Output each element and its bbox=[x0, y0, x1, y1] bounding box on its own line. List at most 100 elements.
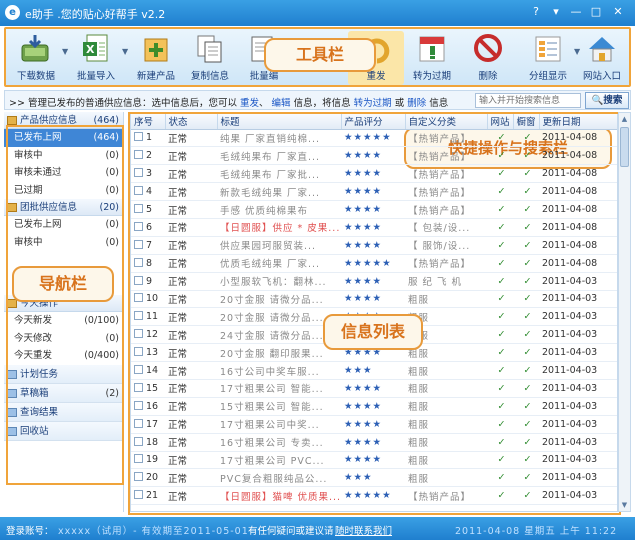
table-row[interactable]: 15 正常 17寸粗果公司 智能... ★★★★ 粗服 ✓ ✓ 2011-04-03 bbox=[131, 379, 617, 398]
sidebar-group-group-supply[interactable]: 团批供应信息 (20) bbox=[4, 199, 123, 216]
sidebar-item-recycle-bin[interactable]: 回收站 bbox=[4, 421, 123, 441]
row-checkbox[interactable] bbox=[134, 221, 143, 231]
status-cell: 正常 bbox=[165, 218, 217, 237]
status-cell: 正常 bbox=[165, 343, 217, 363]
table-row[interactable]: 6 正常 【日圆服】供应 * 皮果... ★★★★ 【 包装/设... ✓ ✓ 2011-04… bbox=[131, 218, 617, 237]
row-checkbox[interactable] bbox=[134, 186, 143, 196]
rating-cell: ★★★★ bbox=[341, 397, 405, 416]
table-row[interactable]: 7 正常 供应果园珂服贸装... ★★★★ 【 服饰/设... ✓ ✓ 2011-04-08 bbox=[131, 236, 617, 255]
row-checkbox[interactable] bbox=[134, 418, 143, 428]
row-checkbox[interactable] bbox=[134, 311, 143, 321]
table-row[interactable]: 20 正常 PVC复合粗服纯品公... ★★★ 粗服 ✓ ✓ 2011-04-03 bbox=[131, 468, 617, 488]
sidebar-item-published[interactable]: 已发布上网 (464) bbox=[4, 129, 123, 147]
table-row[interactable]: 18 正常 16寸粗果公司 专卖... ★★★★ 粗服 ✓ ✓ 2011-04-03 bbox=[131, 433, 617, 452]
sidebar-item-today-new[interactable]: 今天新发 (0/100) bbox=[4, 312, 123, 330]
scroll-thumb[interactable] bbox=[620, 127, 629, 167]
row-checkbox[interactable] bbox=[134, 347, 143, 357]
scroll-up-arrow[interactable]: ▲ bbox=[619, 113, 630, 125]
column-header[interactable]: 状态 bbox=[165, 113, 218, 130]
delete-button[interactable]: 删除 bbox=[460, 31, 516, 85]
table-row[interactable]: 4 正常 新款毛绒纯果 厂家... ★★★★ 【热销产品】 ✓ ✓ 2011-04-08 bbox=[131, 182, 617, 202]
column-header[interactable]: 网站 bbox=[487, 113, 514, 130]
column-header[interactable]: 更新日期 bbox=[539, 113, 617, 130]
site-entrance-button[interactable]: 网站入口 bbox=[574, 31, 630, 85]
sidebar-item-drafts[interactable]: 草稿箱 (2) bbox=[4, 383, 123, 403]
column-header[interactable]: 橱窗 bbox=[513, 113, 540, 130]
group-display-button[interactable]: 分组显示 bbox=[520, 31, 576, 85]
sidebar-item-group-published[interactable]: 已发布上网 (0) bbox=[4, 216, 123, 234]
row-checkbox[interactable] bbox=[134, 365, 143, 375]
row-checkbox[interactable] bbox=[134, 239, 143, 249]
batch-import-button[interactable]: X 批量导入 bbox=[68, 31, 124, 85]
row-number: 15 bbox=[146, 382, 159, 394]
quick-action-suffix: 信息 bbox=[429, 98, 449, 109]
expire-link[interactable]: 转为过期 bbox=[354, 98, 392, 109]
delete-link[interactable]: 删除 bbox=[407, 98, 426, 109]
row-checkbox[interactable] bbox=[134, 204, 143, 213]
sidebar-item-rejected[interactable]: 审核未通过 (0) bbox=[4, 164, 123, 182]
row-checkbox[interactable] bbox=[134, 436, 143, 446]
download-data-button[interactable]: 下载数据 bbox=[8, 31, 64, 85]
info-list-callout: 信息列表 bbox=[323, 314, 423, 350]
column-header[interactable]: 自定义分类 bbox=[405, 113, 488, 130]
row-checkbox[interactable] bbox=[134, 132, 143, 142]
row-checkbox[interactable] bbox=[134, 490, 143, 500]
sidebar-item-query-results[interactable]: 查询结果 bbox=[4, 402, 123, 422]
row-checkbox[interactable] bbox=[134, 329, 143, 339]
row-checkbox[interactable] bbox=[134, 275, 143, 285]
table-row[interactable]: 2 正常 毛绒纯果布 厂家直... ★★★★ 【热销产品】 ✓ ✓ 2011-04-08 bbox=[131, 146, 617, 166]
row-checkbox[interactable] bbox=[134, 472, 143, 482]
table-row[interactable]: 14 正常 16寸公司中奖车服... ★★★ 粗服 ✓ ✓ 2011-04-03 bbox=[131, 361, 617, 380]
table-row[interactable]: 5 正常 手感 优质纯棉果布 ★★★★ 【热销产品】 ✓ ✓ 2011-04-08 bbox=[131, 200, 617, 219]
table-row[interactable]: 3 正常 毛绒纯果布 厂家批... ★★★★ 【热销产品】 ✓ ✓ 2011-04-08 bbox=[131, 164, 617, 184]
mark-expired-button[interactable]: 转为过期 bbox=[404, 31, 460, 85]
column-header[interactable]: 标题 bbox=[217, 113, 342, 130]
sidebar-item-today-modified[interactable]: 今天修改 (0) bbox=[4, 330, 123, 348]
table-row[interactable]: 8 正常 优质毛绒纯果 厂家... ★★★★★ 【热销产品】 ✓ ✓ 2011-04-08 bbox=[131, 254, 617, 273]
close-button[interactable]: ✕ bbox=[610, 4, 626, 20]
sidebar-item-reviewing[interactable]: 审核中 (0) bbox=[4, 147, 123, 165]
contact-us-link[interactable]: 随时联系我们 bbox=[335, 523, 392, 537]
category-cell: 粗服 bbox=[405, 468, 487, 488]
scroll-down-arrow[interactable]: ▼ bbox=[619, 499, 630, 511]
new-product-button[interactable]: 新建产品 bbox=[128, 31, 184, 85]
category-cell: 粗服 bbox=[405, 290, 487, 309]
row-number: 8 bbox=[146, 257, 153, 269]
table-row[interactable]: 10 正常 20寸金服 请微分品... ★★★★ 粗服 ✓ ✓ 2011-04-03 bbox=[131, 290, 617, 309]
row-checkbox[interactable] bbox=[134, 257, 143, 267]
sidebar-group-product-supply[interactable]: 产品供应信息 (464) bbox=[4, 112, 123, 129]
help-button[interactable]: ? bbox=[528, 4, 544, 20]
row-checkbox[interactable] bbox=[134, 454, 143, 464]
copy-info-button[interactable]: 复制信息 bbox=[182, 31, 238, 85]
sidebar-item-expired[interactable]: 已过期 (0) bbox=[4, 182, 123, 200]
sidebar-item-count: (0/100) bbox=[84, 315, 119, 326]
sidebar-item-today-republished[interactable]: 今天重发 (0/400) bbox=[4, 347, 123, 365]
row-checkbox[interactable] bbox=[134, 168, 143, 178]
republish-link[interactable]: 重发 bbox=[240, 98, 259, 109]
row-number-cell: 19 bbox=[131, 451, 165, 470]
sidebar-item-group-reviewing[interactable]: 审核中 (0) bbox=[4, 234, 123, 252]
table-row[interactable]: 16 正常 15寸粗果公司 智能... ★★★★ 粗服 ✓ ✓ 2011-04-03 bbox=[131, 397, 617, 416]
table-row[interactable]: 21 正常 【日圆服】猫啤 优质果... ★★★★★ 【热销产品】 ✓ ✓ 2011-04-0… bbox=[131, 486, 617, 506]
row-checkbox[interactable] bbox=[134, 293, 143, 303]
search-button[interactable]: 🔍搜索 bbox=[585, 92, 629, 109]
minimize-button[interactable]: — bbox=[568, 4, 584, 20]
column-header[interactable]: 产品评分 bbox=[341, 113, 406, 130]
search-input[interactable] bbox=[475, 93, 581, 108]
table-row[interactable]: 9 正常 小型服软飞机：翻林... ★★★★ 服 纪 飞 机 ✓ ✓ 2011-04-03 bbox=[131, 272, 617, 291]
row-checkbox[interactable] bbox=[134, 400, 143, 410]
table-row[interactable]: 17 正常 17寸粗果公司中奖... ★★★★ 粗服 ✓ ✓ 2011-04-03 bbox=[131, 415, 617, 434]
row-checkbox[interactable] bbox=[134, 382, 143, 392]
table-row[interactable]: 1 正常 纯果 厂家直销纯棉... ★★★★★ 【热销产品】 ✓ ✓ 2011-04-08 bbox=[131, 129, 617, 148]
sidebar-item-scheduled-tasks[interactable]: 计划任务 bbox=[4, 364, 123, 384]
search-button-label: 搜索 bbox=[603, 95, 623, 106]
showcase-check-cell: ✓ bbox=[513, 146, 539, 166]
vertical-scrollbar[interactable]: ▲ ▼ bbox=[618, 112, 631, 512]
edit-link[interactable]: 编辑 bbox=[272, 98, 291, 109]
row-checkbox[interactable] bbox=[134, 150, 143, 160]
menu-button[interactable]: ▾ bbox=[548, 4, 564, 20]
rating-cell: ★★★★ bbox=[341, 379, 405, 398]
table-row[interactable]: 19 正常 17寸粗果公司 PVC... ★★★★ 粗服 ✓ ✓ 2011-04-03 bbox=[131, 451, 617, 470]
column-header[interactable]: 序号 bbox=[131, 113, 166, 130]
maximize-button[interactable]: □ bbox=[588, 4, 604, 20]
